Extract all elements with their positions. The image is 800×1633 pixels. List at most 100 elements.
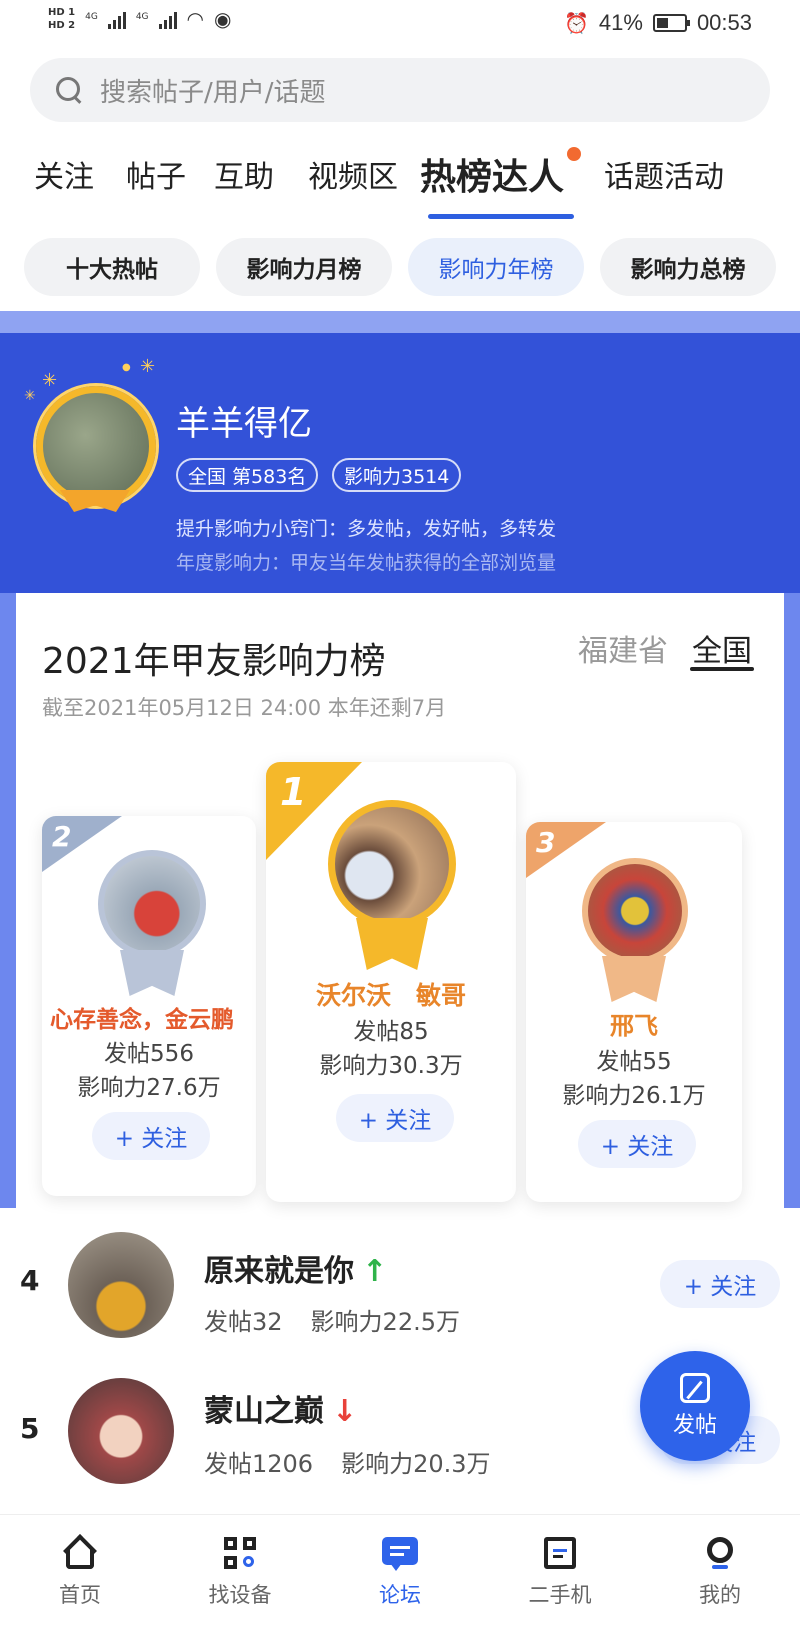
- battery-percent: 41%: [598, 10, 643, 35]
- wifi-icon: ◠: [186, 7, 204, 31]
- my-rank-badge: 全国 第583名: [176, 458, 319, 492]
- hd-indicator: HD 1 HD 2: [48, 6, 75, 32]
- scope-national[interactable]: 全国: [692, 626, 752, 670]
- forum-icon: [382, 1535, 418, 1571]
- edit-icon: [680, 1373, 710, 1403]
- rank-number: 3: [536, 826, 556, 859]
- bronze-ribbon-icon: [602, 956, 666, 1002]
- follow-button[interactable]: + 关注: [336, 1094, 454, 1142]
- subtab-yearly[interactable]: 影响力年榜: [408, 238, 584, 296]
- follow-button[interactable]: + 关注: [578, 1120, 696, 1168]
- rank-number: 1: [280, 770, 307, 814]
- alarm-icon: ⏰: [563, 12, 589, 35]
- leaderboard-title: 2021年甲友影响力榜: [42, 641, 386, 682]
- row-avatar[interactable]: [68, 1232, 174, 1338]
- row-name: 蒙山之巅 ↓: [204, 1386, 357, 1430]
- list-item[interactable]: 4 原来就是你 ↑ 发帖32 影响力22.5万 + 关注: [0, 1208, 800, 1358]
- row-name: 原来就是你 ↑: [204, 1246, 387, 1290]
- my-avatar[interactable]: [36, 386, 156, 506]
- compose-post-button[interactable]: 发帖: [640, 1351, 750, 1461]
- clock: 00:53: [696, 10, 752, 35]
- podium-card-2: 2 心存善念，金云鹏 发帖556 影响力27.6万 + 关注: [42, 816, 256, 1196]
- my-influence-badge: 影响力3514: [332, 458, 462, 492]
- subtab-top-ten[interactable]: 十大热帖: [24, 238, 200, 296]
- nav-used-machines[interactable]: 二手机: [500, 1535, 620, 1609]
- active-tab-underline: [428, 214, 574, 219]
- row-avatar[interactable]: [68, 1378, 174, 1484]
- search-placeholder: 搜索帖子/用户/话题: [100, 77, 326, 108]
- podium-name: 心存善念，金云鹏: [50, 1007, 234, 1033]
- podium-posts: 发帖85: [353, 1019, 429, 1045]
- row-influence: 影响力22.5万: [310, 1308, 460, 1336]
- home-icon: [62, 1534, 98, 1571]
- compose-label: 发帖: [672, 1413, 717, 1438]
- tab-video[interactable]: 视频区: [308, 152, 398, 196]
- gold-ribbon-icon: [356, 918, 428, 970]
- podium-posts: 发帖556: [104, 1041, 194, 1067]
- row-posts: 发帖1206: [204, 1450, 314, 1478]
- podium-influence: 影响力30.3万: [319, 1053, 463, 1079]
- row-influence: 影响力20.3万: [341, 1450, 491, 1478]
- scope-province[interactable]: 福建省: [578, 626, 668, 670]
- nav-label: 首页: [59, 1583, 101, 1607]
- podium-influence: 影响力27.6万: [77, 1075, 221, 1101]
- network-1-label: 4G: [85, 12, 98, 22]
- influence-tip: 提升影响力小窍门：多发帖，发好帖，多转发: [176, 518, 557, 540]
- bottom-nav: 首页 找设备 论坛 二手机 我的: [0, 1514, 800, 1633]
- nav-profile[interactable]: 我的: [660, 1535, 780, 1609]
- eye-icon: ◉: [213, 7, 232, 31]
- used-machine-icon: [542, 1535, 578, 1571]
- subtab-monthly[interactable]: 影响力月榜: [216, 238, 392, 296]
- row-rank: 4: [20, 1264, 40, 1297]
- row-stats: 发帖32 影响力22.5万: [204, 1302, 460, 1337]
- podium-name: 沃尔沃 敏哥: [315, 981, 466, 1010]
- row-name-text: 原来就是你: [204, 1254, 354, 1289]
- trend-down-icon: ↓: [332, 1394, 358, 1429]
- search-icon: [54, 75, 84, 105]
- row-posts: 发帖32: [204, 1308, 283, 1336]
- follow-button[interactable]: + 关注: [92, 1112, 210, 1160]
- row-stats: 发帖1206 影响力20.3万: [204, 1444, 491, 1479]
- follow-button[interactable]: + 关注: [660, 1260, 780, 1308]
- network-2-label: 4G: [135, 12, 149, 22]
- scope-underline: [690, 667, 754, 671]
- sparkle-icon: ✳: [42, 370, 58, 391]
- nav-home[interactable]: 首页: [20, 1534, 140, 1609]
- new-dot-badge: [567, 147, 581, 161]
- podium-avatar[interactable]: [328, 800, 456, 928]
- nav-label: 我的: [699, 1583, 741, 1607]
- hd2-label: HD 2: [48, 20, 76, 31]
- row-rank: 5: [20, 1412, 40, 1445]
- subtab-all-time[interactable]: 影响力总榜: [600, 238, 776, 296]
- podium-influence: 影响力26.1万: [562, 1083, 706, 1109]
- nav-label: 找设备: [208, 1583, 272, 1607]
- rank-number: 2: [52, 820, 72, 853]
- tab-posts[interactable]: 帖子: [126, 152, 186, 196]
- silver-ribbon-icon: [120, 950, 184, 996]
- main-tabs: 关注 帖子 互助 视频区 热榜达人 话题活动: [0, 140, 800, 220]
- battery-icon: [652, 14, 690, 32]
- podium-card-3: 3 邢飞 发帖55 影响力26.1万 + 关注: [526, 822, 742, 1202]
- podium-avatar[interactable]: [582, 858, 688, 964]
- influence-definition: 年度影响力：甲友当年发帖获得的全部浏览量: [176, 552, 557, 574]
- nav-label: 论坛: [379, 1583, 421, 1607]
- profile-icon: [702, 1535, 738, 1571]
- podium-avatar[interactable]: [98, 850, 206, 958]
- nav-label: 二手机: [528, 1583, 592, 1607]
- sparkle-icon: ●: [122, 362, 131, 373]
- trend-up-icon: ↑: [362, 1254, 388, 1289]
- tab-topics[interactable]: 话题活动: [604, 152, 724, 196]
- hd1-label: HD 1: [48, 7, 76, 18]
- sparkle-icon: ✳: [140, 356, 156, 377]
- tab-help[interactable]: 互助: [214, 152, 274, 196]
- signal-1-icon: [107, 9, 126, 29]
- tab-follow[interactable]: 关注: [34, 152, 94, 196]
- signal-2-icon: [158, 9, 177, 29]
- tab-hot-ranking[interactable]: 热榜达人: [420, 148, 564, 200]
- nav-forum[interactable]: 论坛: [340, 1535, 460, 1609]
- search-bar[interactable]: 搜索帖子/用户/话题: [30, 58, 770, 122]
- leaderboard-subtitle: 截至2021年05月12日 24:00 本年还剩7月: [42, 696, 447, 720]
- equipment-search-icon: [222, 1535, 258, 1571]
- nav-find-equipment[interactable]: 找设备: [180, 1535, 300, 1609]
- sparkle-icon: ✳: [24, 388, 36, 404]
